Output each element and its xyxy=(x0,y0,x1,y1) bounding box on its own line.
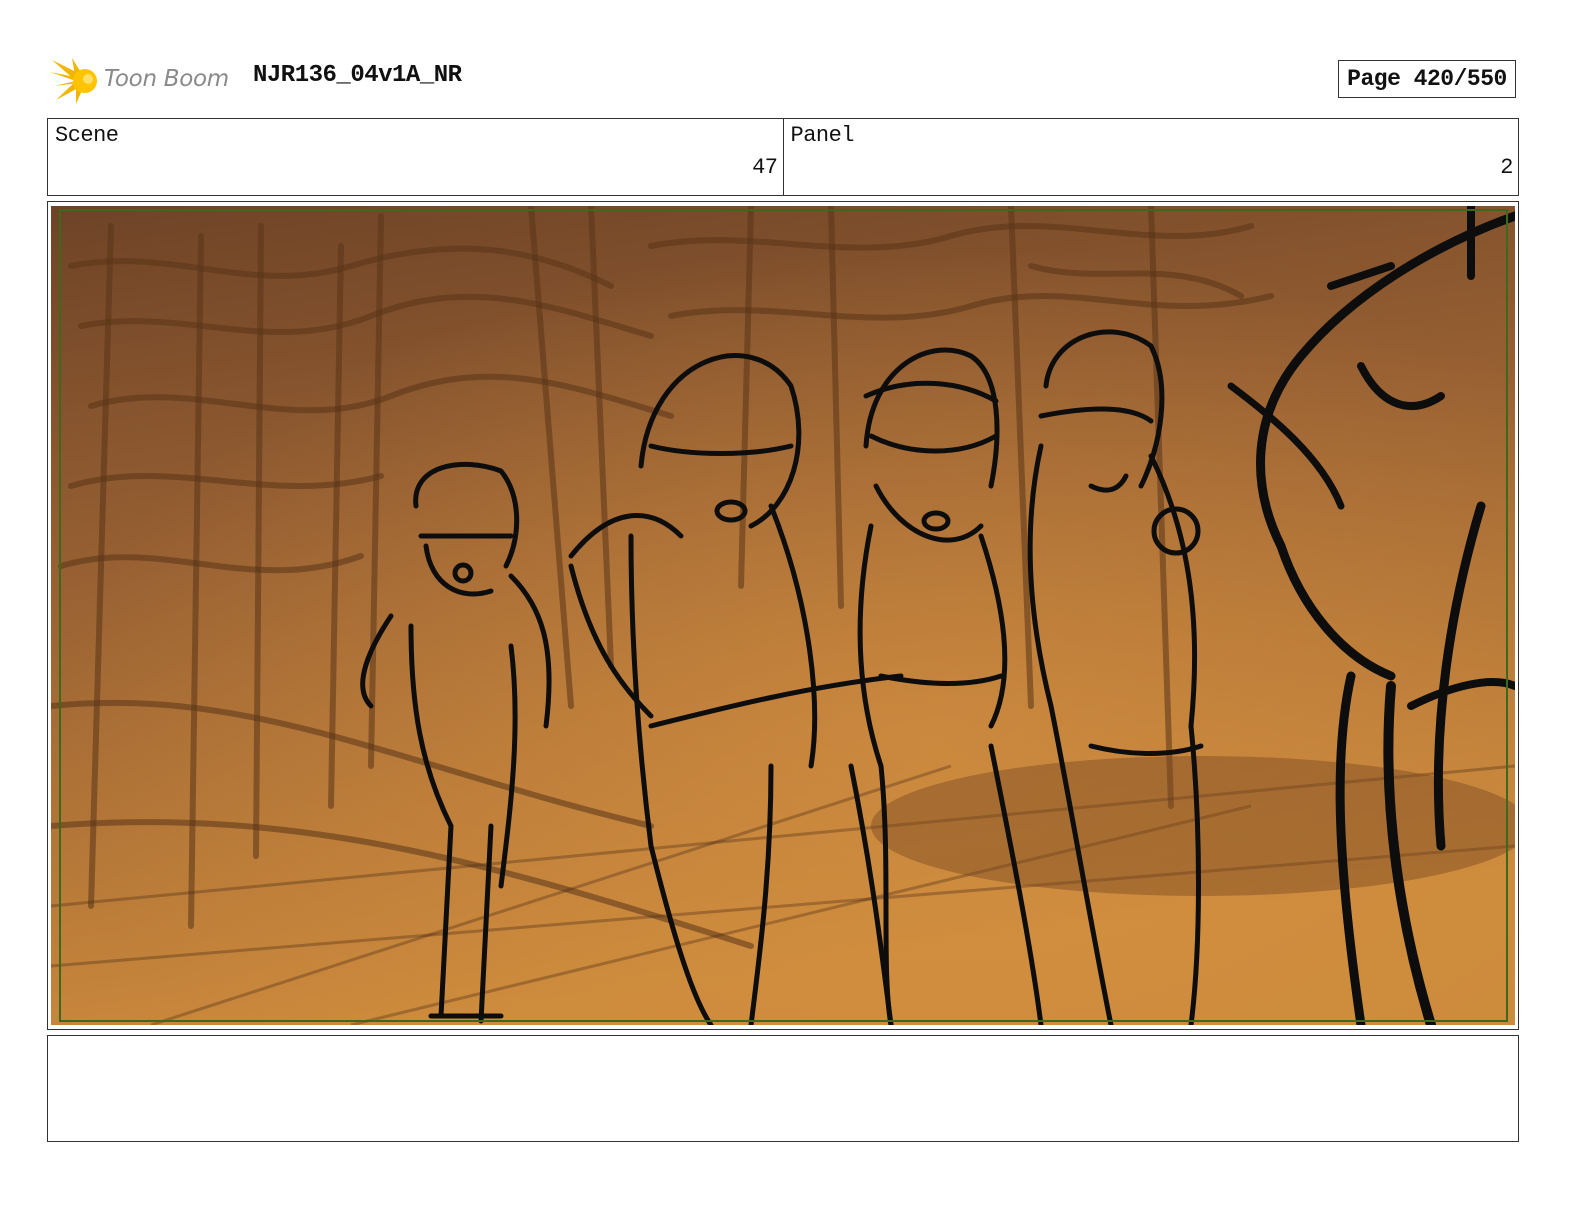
scene-label: Scene xyxy=(55,123,119,148)
brand-name: Toon Boom xyxy=(104,66,229,92)
panel-number: 2 xyxy=(1500,155,1513,180)
starburst-logo-icon xyxy=(50,58,97,104)
panel-cell: Panel 2 xyxy=(782,119,1519,195)
storyboard-sketch-image xyxy=(51,206,1515,1025)
scene-number: 47 xyxy=(752,155,778,180)
document-title: NJR136_04v1A_NR xyxy=(253,62,462,89)
notes-box[interactable] xyxy=(47,1035,1519,1142)
page-indicator: Page 420/550 xyxy=(1338,60,1516,98)
toon-boom-logo: Toon Boom xyxy=(50,56,240,106)
scene-panel-info: Scene 47 Panel 2 xyxy=(47,118,1519,196)
panel-label: Panel xyxy=(790,123,855,148)
storyboard-sketch-icon xyxy=(51,206,1515,1025)
scene-cell: Scene 47 xyxy=(48,119,783,195)
